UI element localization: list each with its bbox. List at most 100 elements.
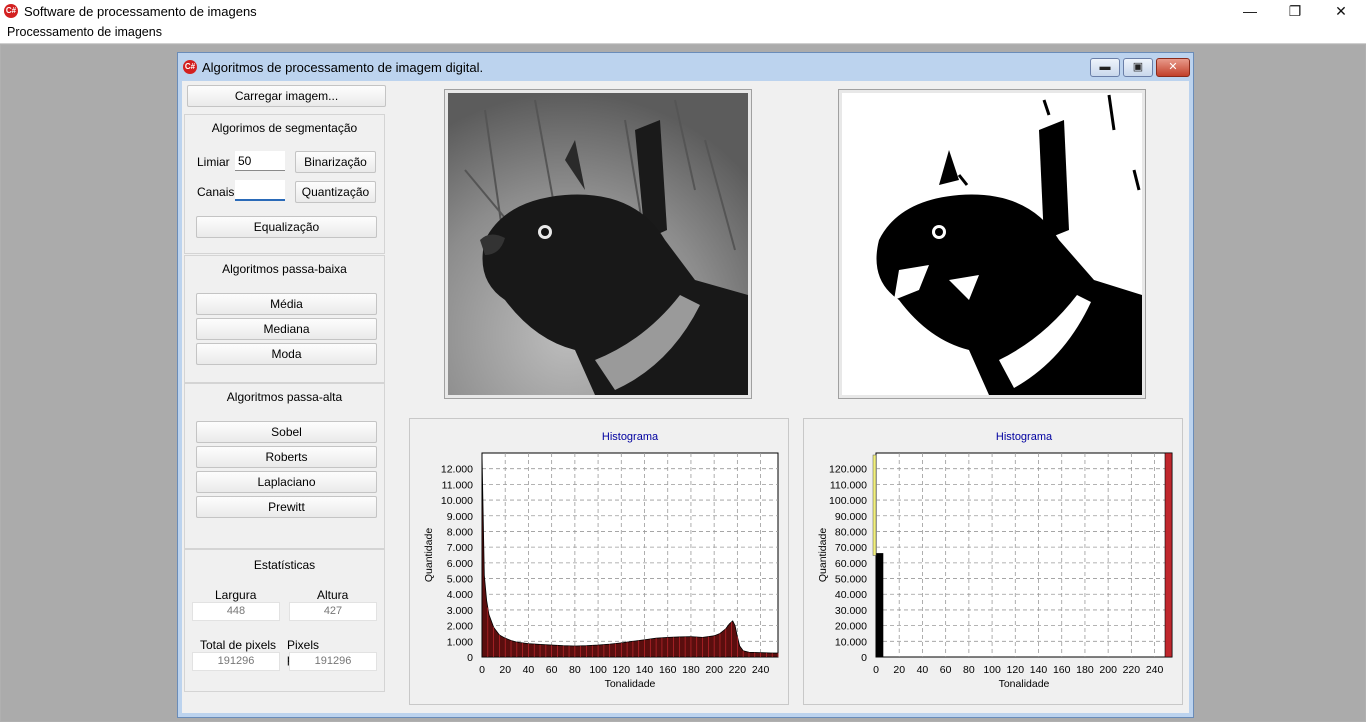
- x-tick-label: 120: [613, 664, 631, 676]
- y-tick-label: 20.000: [835, 621, 867, 633]
- y-tick-label: 7.000: [447, 542, 473, 554]
- x-tick-label: 80: [569, 664, 581, 676]
- roberts-button[interactable]: Roberts: [196, 446, 377, 468]
- y-tick-label: 0: [861, 652, 867, 664]
- width-value: 448: [192, 602, 280, 621]
- app-icon: C#: [4, 4, 18, 18]
- y-tick-label: 30.000: [835, 605, 867, 617]
- menu-bar: Processamento de imagens: [0, 23, 1366, 44]
- stats-title: Estatísticas: [253, 558, 316, 572]
- segmentation-title: Algorimos de segmentação: [211, 121, 358, 135]
- y-tick-label: 110.000: [830, 479, 867, 491]
- processed-pixels-value: 191296: [289, 652, 377, 671]
- child-minimize-button[interactable]: ▬: [1090, 58, 1120, 77]
- child-close-button[interactable]: ✕: [1156, 58, 1190, 77]
- child-maximize-button[interactable]: ▣: [1123, 58, 1153, 77]
- histogram-bar-highlight: [872, 454, 877, 556]
- x-tick-label: 240: [1146, 664, 1164, 676]
- app-title: Software de processamento de imagens: [24, 4, 257, 19]
- lowpass-title: Algoritmos passa-baixa: [222, 262, 347, 276]
- lowpass-group: Algoritmos passa-baixa Média Mediana Mod…: [184, 255, 385, 383]
- binarize-button[interactable]: Binarização: [295, 151, 376, 173]
- x-tick-label: 20: [499, 664, 511, 676]
- sobel-button[interactable]: Sobel: [196, 421, 377, 443]
- mean-filter-button[interactable]: Média: [196, 293, 377, 315]
- y-tick-label: 1.000: [447, 636, 473, 648]
- x-tick-label: 160: [659, 664, 677, 676]
- y-tick-label: 90.000: [835, 511, 867, 523]
- processed-image-drawing: [842, 93, 1142, 395]
- x-tick-label: 20: [893, 664, 905, 676]
- x-tick-label: 160: [1053, 664, 1071, 676]
- total-pixels-value: 191296: [192, 652, 280, 671]
- x-tick-label: 0: [873, 664, 879, 676]
- mode-filter-button[interactable]: Moda: [196, 343, 377, 365]
- total-pixels-label: Total de pixels: [200, 638, 277, 652]
- y-axis-label: Quantidade: [817, 528, 829, 582]
- x-tick-label: 60: [940, 664, 952, 676]
- y-tick-label: 2.000: [447, 621, 473, 633]
- x-tick-label: 100: [983, 664, 1001, 676]
- plot-area: [875, 452, 1173, 658]
- minimize-button[interactable]: —: [1227, 0, 1273, 23]
- y-axis-label: Quantidade: [423, 528, 435, 582]
- histogram-bar: [875, 553, 884, 658]
- app-titlebar: C# Software de processamento de imagens …: [0, 0, 1366, 23]
- y-tick-label: 9.000: [447, 511, 473, 523]
- maximize-button[interactable]: ❐: [1272, 0, 1318, 23]
- y-tick-label: 80.000: [835, 526, 867, 538]
- threshold-input[interactable]: [235, 151, 285, 171]
- y-tick-label: 11.000: [442, 479, 473, 491]
- equalize-button[interactable]: Equalização: [196, 216, 377, 238]
- x-tick-label: 0: [479, 664, 485, 676]
- y-tick-label: 3.000: [447, 605, 473, 617]
- menu-item-processamento[interactable]: Processamento de imagens: [7, 25, 162, 39]
- histogram-bar: [1164, 452, 1173, 658]
- original-image-drawing: [448, 93, 748, 395]
- x-tick-label: 120: [1007, 664, 1025, 676]
- y-tick-label: 10.000: [441, 495, 473, 507]
- channels-input[interactable]: [235, 180, 285, 201]
- histogram-chart-processed: Histograma 0 10.000 20.000 30.000 40.000 50.00…: [817, 431, 1173, 690]
- histogram-chart-original: Histograma 0 1.000 2.000 3.000 4.000 5.000 6.00…: [423, 431, 779, 690]
- child-client-area: Carregar imagem... Algorimos de segmenta…: [182, 81, 1189, 713]
- x-tick-label: 200: [1099, 664, 1117, 676]
- height-value: 427: [289, 602, 377, 621]
- y-tick-label: 60.000: [835, 558, 867, 570]
- processed-image: [838, 89, 1146, 399]
- histogram-panel-original: Histograma 0 1.000 2.000 3.000 4.000 5.000 6.00…: [409, 418, 789, 705]
- x-axis-label: Tonalidade: [999, 678, 1050, 690]
- y-tick-label: 50.000: [835, 574, 867, 586]
- histogram-panel-processed: Histograma 0 10.000 20.000 30.000 40.000 50.00…: [803, 418, 1183, 705]
- y-tick-label: 10.000: [835, 636, 867, 648]
- width-label: Largura: [215, 588, 257, 602]
- close-button[interactable]: ✕: [1318, 0, 1364, 23]
- y-tick-label: 8.000: [447, 526, 473, 538]
- laplacian-button[interactable]: Laplaciano: [196, 471, 377, 493]
- original-image: [444, 89, 752, 399]
- x-tick-label: 140: [636, 664, 654, 676]
- x-tick-label: 180: [1076, 664, 1094, 676]
- y-tick-label: 70.000: [835, 542, 867, 554]
- child-window: C# Algoritmos de processamento de imagem…: [177, 52, 1194, 718]
- y-tick-label: 0: [467, 652, 473, 664]
- x-tick-label: 140: [1030, 664, 1048, 676]
- x-tick-label: 80: [963, 664, 975, 676]
- x-tick-label: 200: [705, 664, 723, 676]
- y-tick-label: 6.000: [447, 558, 473, 570]
- threshold-label: Limiar: [197, 155, 230, 169]
- y-tick-label: 4.000: [447, 589, 473, 601]
- median-filter-button[interactable]: Mediana: [196, 318, 377, 340]
- quantize-button[interactable]: Quantização: [295, 181, 376, 203]
- x-tick-label: 100: [589, 664, 607, 676]
- load-image-button[interactable]: Carregar imagem...: [187, 85, 386, 107]
- x-tick-label: 180: [682, 664, 700, 676]
- y-tick-label: 12.000: [441, 464, 473, 476]
- prewitt-button[interactable]: Prewitt: [196, 496, 377, 518]
- x-tick-label: 220: [1123, 664, 1141, 676]
- x-tick-label: 40: [917, 664, 929, 676]
- channels-label: Canais: [197, 185, 235, 199]
- x-tick-label: 240: [752, 664, 770, 676]
- child-window-title: Algoritmos de processamento de imagem di…: [202, 60, 484, 75]
- child-window-icon: C#: [183, 60, 197, 74]
